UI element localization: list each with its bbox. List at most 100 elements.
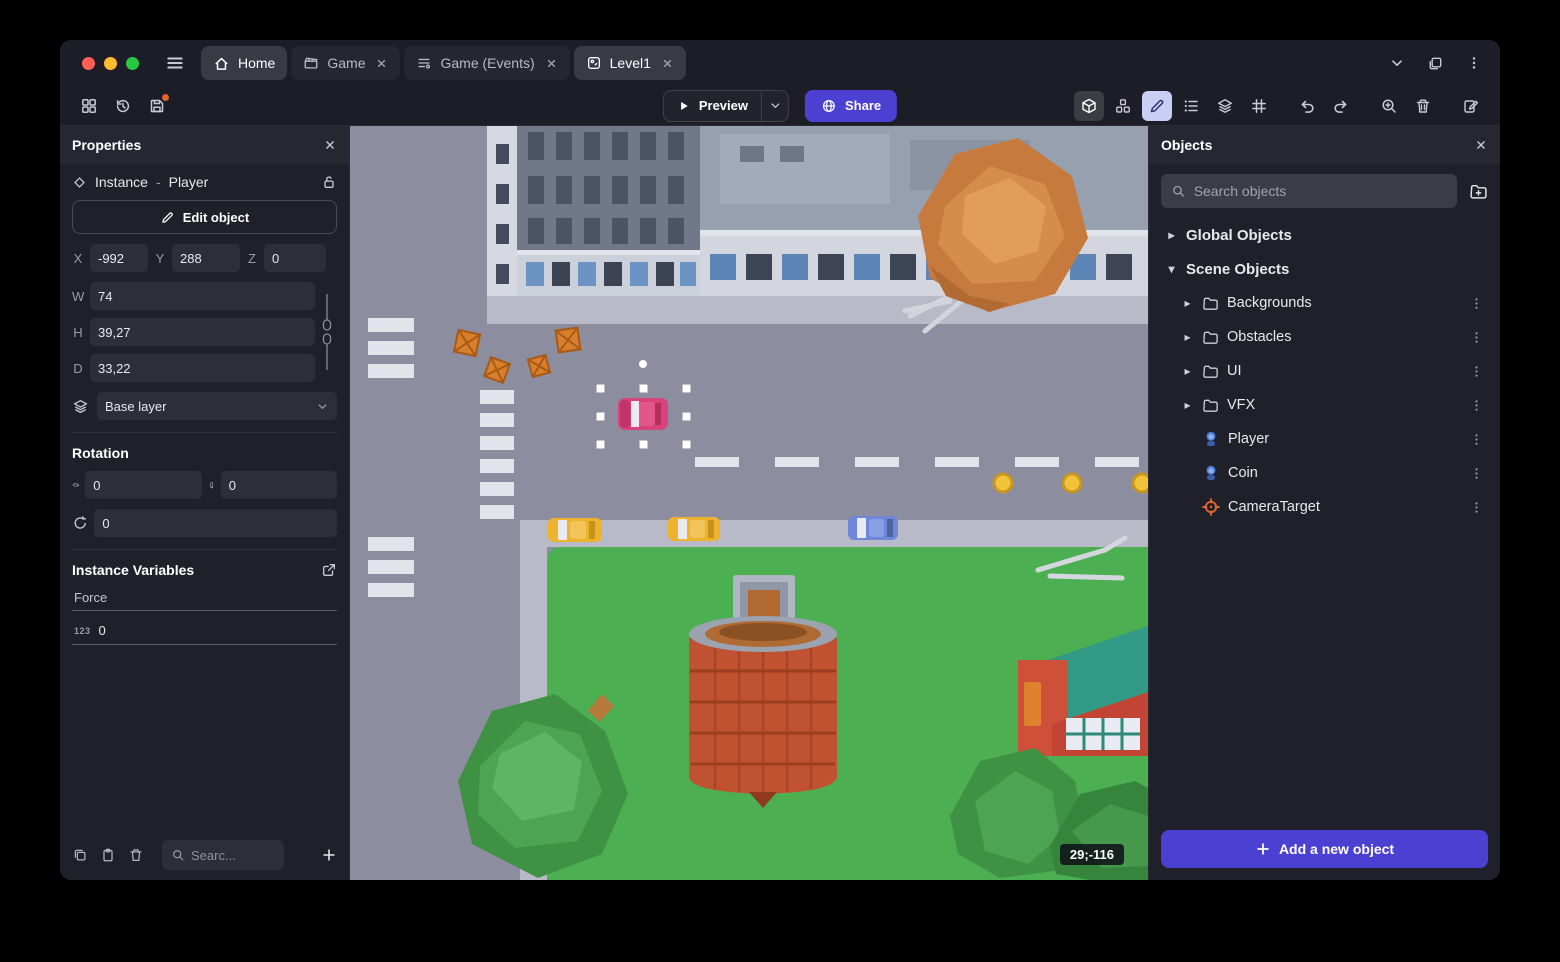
maximize-window-button[interactable] [126,56,139,70]
building-left[interactable] [487,126,700,296]
grid-button[interactable] [1244,91,1274,121]
zoom-in-button[interactable] [1374,91,1404,121]
objects-search[interactable] [1161,174,1457,208]
folder-icon [1203,365,1218,378]
blue-car[interactable] [848,516,898,540]
panels-layout-button[interactable] [74,91,104,121]
rotation-y-input[interactable] [220,471,337,499]
player-car[interactable] [618,398,668,430]
folder-vfx[interactable]: ▸ VFX [1157,388,1492,422]
instances-button[interactable] [1108,91,1138,121]
preview-button[interactable]: Preview [662,89,790,122]
app-window: Home Game Game (Events) Level1 Preview S… [60,40,1500,880]
objects-search-input[interactable] [1193,183,1447,199]
delete-button[interactable] [1408,91,1438,121]
instance-header-row: Instance - Player [72,174,337,190]
rotation-x-input[interactable] [85,471,202,499]
preview-button-main[interactable]: Preview [664,91,761,121]
layers-button[interactable] [1210,91,1240,121]
keep-ratio-link-icon[interactable] [317,282,337,382]
tab-close-icon[interactable] [661,57,674,70]
redo-button[interactable] [1326,91,1356,121]
menu-icon[interactable] [165,53,185,73]
new-window-icon[interactable] [1427,55,1444,72]
rename-scene-button[interactable] [1456,91,1486,121]
paste-icon[interactable] [100,847,116,863]
folder-backgrounds[interactable]: ▸ Backgrounds [1157,286,1492,320]
z-label: Z [248,250,256,266]
tab-level1[interactable]: Level1 [573,46,686,80]
y-input[interactable] [172,244,240,272]
kebab-menu-icon[interactable] [1469,296,1484,311]
yellow-car-1[interactable] [548,518,602,542]
trash-icon[interactable] [128,847,144,863]
kebab-menu-icon[interactable] [1469,466,1484,481]
events-sheet-icon [419,58,431,69]
layer-value: Base layer [105,398,167,414]
events-list-button[interactable] [1176,91,1206,121]
open-external-icon[interactable] [321,562,337,578]
add-new-object-button[interactable]: Add a new object [1161,830,1488,868]
history-button[interactable] [108,91,138,121]
object-coin[interactable]: Coin [1157,456,1492,490]
layer-select[interactable]: Base layer [97,392,337,420]
tab-close-icon[interactable] [375,57,388,70]
rotation-z-row [72,509,337,537]
share-button[interactable]: Share [805,89,898,122]
add-variable-button[interactable] [321,847,337,863]
minimize-window-button[interactable] [104,56,117,70]
group-scene-objects[interactable]: ▾ Scene Objects [1157,252,1492,286]
folder-label: Backgrounds [1227,295,1312,311]
x-input[interactable] [90,244,148,272]
folder-obstacles[interactable]: ▸ Obstacles [1157,320,1492,354]
rotate-x-icon [72,483,80,487]
chevron-down-icon[interactable] [1389,55,1405,71]
tab-game-events[interactable]: Game (Events) [404,46,570,80]
close-icon[interactable] [1474,138,1488,152]
lock-open-icon[interactable] [321,174,337,190]
kebab-menu-icon[interactable] [1469,432,1484,447]
close-window-button[interactable] [82,56,95,70]
scene-canvas[interactable]: 29;-116 [350,126,1148,880]
kebab-menu-icon[interactable] [1469,398,1484,413]
group-global-objects[interactable]: ▸ Global Objects [1157,218,1492,252]
height-input[interactable] [90,318,315,346]
variables-search-input[interactable] [191,847,265,863]
tab-bar: Home Game Game (Events) Level1 [201,46,686,80]
yellow-car-2[interactable] [668,517,720,541]
rotation-z-input[interactable] [94,509,337,537]
instance-object-name: Player [168,174,209,190]
kebab-menu-icon[interactable] [1466,55,1482,71]
add-folder-icon[interactable] [1469,182,1488,201]
undo-button[interactable] [1292,91,1322,121]
variables-search[interactable] [162,840,284,870]
width-input[interactable] [90,282,315,310]
variable-name[interactable]: Force [72,588,337,611]
kebab-menu-icon[interactable] [1469,500,1484,515]
depth-input[interactable] [90,354,315,382]
search-icon [1173,185,1184,197]
preview-dropdown-caret[interactable] [762,91,788,121]
search-icon [173,850,184,861]
scene-render[interactable] [350,126,1148,880]
view-3d-toggle-button[interactable] [1074,90,1104,121]
edit-object-button[interactable]: Edit object [72,200,337,234]
tab-game[interactable]: Game [291,46,401,80]
kebab-menu-icon[interactable] [1469,330,1484,345]
tab-home[interactable]: Home [201,46,288,80]
kebab-menu-icon[interactable] [1469,364,1484,379]
object-camera-target[interactable]: CameraTarget [1157,490,1492,524]
properties-panel: Properties Instance - Player Edit object [60,126,350,880]
object-player[interactable]: Player [1157,422,1492,456]
variable-value[interactable]: 0 [99,623,106,638]
z-input[interactable] [264,244,326,272]
folder-ui[interactable]: ▸ UI [1157,354,1492,388]
variable-type-badge: 123 [74,625,91,636]
edit-mode-button[interactable] [1142,90,1172,121]
close-icon[interactable] [323,138,337,152]
variable-value-row[interactable]: 123 0 [72,621,337,645]
player-sprite-icon [1206,431,1216,446]
save-button[interactable] [142,91,172,121]
tab-close-icon[interactable] [545,57,558,70]
copy-icon[interactable] [72,847,88,863]
